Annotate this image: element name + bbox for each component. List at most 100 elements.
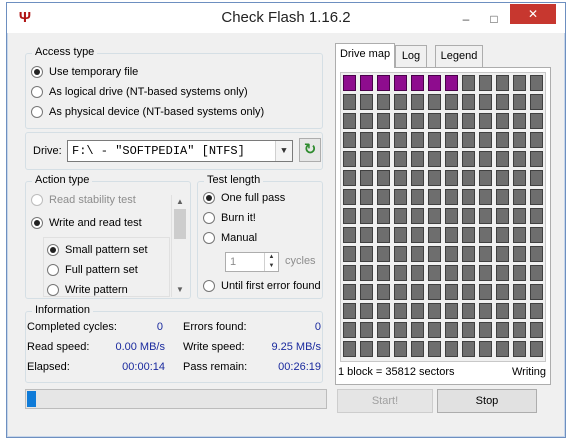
radio-button[interactable] [203,232,215,244]
map-block [377,151,390,167]
tab-log[interactable]: Log [395,45,427,67]
map-block [343,227,356,243]
drive-select[interactable]: F:\ - "SOFTPEDIA" [NTFS] ▼ [67,140,293,162]
map-block [343,75,356,91]
map-block [428,284,441,300]
pass-remain-value: 00:26:19 [278,361,321,373]
map-block [360,151,373,167]
scroll-up-icon[interactable]: ▲ [172,195,188,209]
radio-button[interactable] [31,217,43,229]
read-speed-value: 0.00 MB/s [115,341,165,353]
drive-map-grid [340,72,546,362]
map-block [496,246,509,262]
radio-use-temporary-file[interactable]: Use temporary file [31,64,138,80]
access-type-title: Access type [32,46,98,58]
map-block [411,208,424,224]
radio-button[interactable] [31,86,43,98]
title-bar[interactable]: Ψ Check Flash 1.16.2 – □ ✕ [7,3,565,33]
map-block [411,341,424,357]
radio-button[interactable] [47,244,59,256]
radio-write-pattern[interactable]: Write pattern [47,282,128,298]
radio-button[interactable] [31,66,43,78]
chevron-down-icon[interactable]: ▼ [275,141,292,161]
radio-one-full-pass[interactable]: One full pass [203,190,285,206]
map-block [496,303,509,319]
radio-manual[interactable]: Manual [203,230,257,246]
radio-button[interactable] [203,280,215,292]
spin-down-icon[interactable]: ▼ [265,262,278,271]
radio-button[interactable] [47,284,59,296]
map-block [496,151,509,167]
map-block [479,170,492,186]
map-block [343,284,356,300]
radio-label: Use temporary file [49,66,139,78]
radio-as-physical-device[interactable]: As physical device (NT-based systems onl… [31,104,264,120]
map-block [360,94,373,110]
errors-found-value: 0 [314,321,321,333]
map-block [513,227,526,243]
cycles-label: cycles [285,255,316,267]
map-block [445,265,458,281]
action-type-scrollbar[interactable]: ▲ ▼ [171,195,187,297]
map-block [445,341,458,357]
refresh-drives-button[interactable]: ↻ [299,138,321,162]
map-block [462,132,475,148]
radio-label: Write pattern [65,284,128,296]
stop-button[interactable]: Stop [437,389,537,413]
cycles-spinbox[interactable]: 1 ▲ ▼ [225,252,279,272]
tab-drive-map[interactable]: Drive map [335,43,395,68]
radio-small-pattern-set[interactable]: Small pattern set [47,242,148,258]
radio-button[interactable] [31,194,43,206]
map-block [496,94,509,110]
map-block [513,151,526,167]
map-block [360,284,373,300]
map-block [445,151,458,167]
map-block [411,75,424,91]
minimize-button[interactable]: – [455,11,477,29]
map-block [377,94,390,110]
tab-legend[interactable]: Legend [435,45,483,67]
map-block [479,189,492,205]
radio-burn-it[interactable]: Burn it! [203,210,256,226]
map-block [462,284,475,300]
radio-as-logical-drive[interactable]: As logical drive (NT-based systems only) [31,84,248,100]
radio-full-pattern-set[interactable]: Full pattern set [47,262,138,278]
radio-button[interactable] [31,106,43,118]
radio-write-and-read-test[interactable]: Write and read test [31,215,142,231]
radio-read-stability-test[interactable]: Read stability test [31,192,136,208]
map-block [530,227,543,243]
map-block [530,113,543,129]
map-block [377,208,390,224]
map-block [394,170,407,186]
map-block [394,113,407,129]
scrollbar-thumb[interactable] [174,209,186,239]
map-block [513,265,526,281]
map-block [530,246,543,262]
map-block [462,341,475,357]
spin-up-icon[interactable]: ▲ [265,253,278,262]
map-block [394,303,407,319]
map-block [360,75,373,91]
radio-button[interactable] [47,264,59,276]
radio-label: Write and read test [49,217,142,229]
radio-label: Read stability test [49,194,136,206]
radio-button[interactable] [203,212,215,224]
start-button[interactable]: Start! [337,389,433,413]
map-block [343,246,356,262]
map-block [445,75,458,91]
map-block [496,170,509,186]
map-block [530,303,543,319]
map-block [360,227,373,243]
radio-label: Burn it! [221,212,256,224]
test-length-title: Test length [204,174,264,186]
spin-buttons[interactable]: ▲ ▼ [264,253,278,271]
scroll-down-icon[interactable]: ▼ [172,283,188,297]
radio-label: Manual [221,232,258,244]
map-block [377,284,390,300]
radio-button[interactable] [203,192,215,204]
map-block [394,341,407,357]
radio-until-first-error[interactable]: Until first error found [203,278,321,294]
close-button[interactable]: ✕ [510,4,556,24]
elapsed-value: 00:00:14 [122,361,165,373]
maximize-button[interactable]: □ [483,11,505,29]
